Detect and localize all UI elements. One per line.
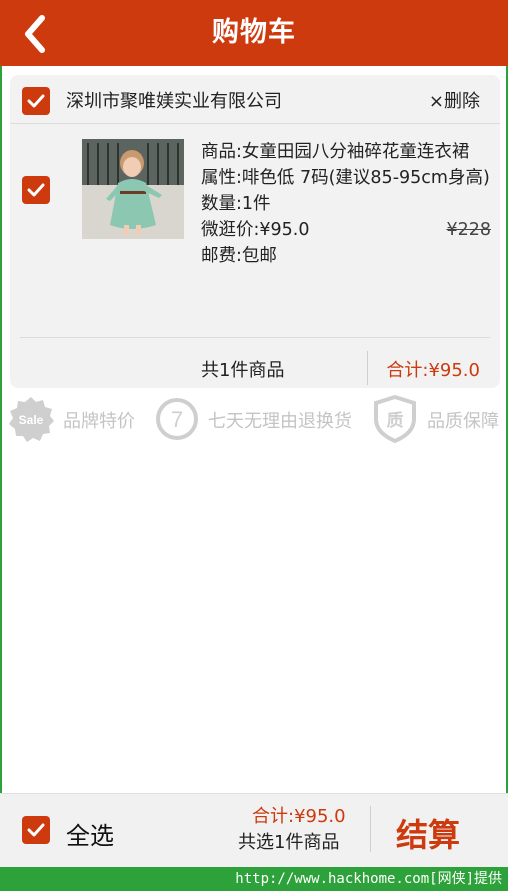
divider xyxy=(20,337,490,338)
sale-badge-icon: Sale xyxy=(9,397,54,442)
guarantee-label: 品牌特价 xyxy=(63,411,135,432)
back-button[interactable] xyxy=(14,12,58,56)
guarantee-label: 品质保障 xyxy=(427,411,499,432)
delete-button[interactable]: ×删除 xyxy=(429,87,480,113)
cart-store-card: 深圳市聚唯媄实业有限公司 ×删除 商品:女童田园八分袖碎花童连衣裙 属性:啡色低… xyxy=(10,75,500,388)
top-bar: 购物车 xyxy=(0,0,508,66)
product-shipping: 邮费:包邮 xyxy=(201,246,277,266)
checkmark-icon xyxy=(27,183,45,197)
store-checkbox[interactable] xyxy=(22,87,50,115)
page-title: 购物车 xyxy=(212,17,296,48)
chevron-left-icon xyxy=(25,15,45,53)
product-price-row: 微逛价:¥95.0 ¥228 xyxy=(201,219,491,242)
guarantee-seven-day-return: 7 七天无理由退换货 xyxy=(154,394,364,446)
guarantee-row: Sale 品牌特价 7 七天无理由退换货 质 品质保障 xyxy=(0,394,508,446)
svg-text:7: 7 xyxy=(171,407,183,432)
divider xyxy=(370,806,371,852)
quality-shield-icon: 质 xyxy=(374,395,416,443)
guarantee-quality: 质 品质保障 xyxy=(372,394,504,446)
svg-text:质: 质 xyxy=(387,411,404,431)
original-price: ¥228 xyxy=(446,220,491,240)
item-checkbox[interactable] xyxy=(22,176,50,204)
checkmark-icon xyxy=(27,823,45,837)
product-name[interactable]: 商品:女童田园八分袖碎花童连衣裙 xyxy=(201,141,491,164)
cart-total: 合计:¥95.0 xyxy=(252,806,346,827)
checkmark-icon xyxy=(27,94,45,108)
product-thumbnail[interactable] xyxy=(82,139,184,239)
guarantee-brand-sale: Sale 品牌特价 xyxy=(8,394,148,446)
select-all-label[interactable]: 全选 xyxy=(66,816,114,851)
product-attributes: 属性:啡色低 7码(建议85-95cm身高) xyxy=(201,168,490,188)
watermark-banner: http://www.hackhome.com[网侠]提供 xyxy=(0,867,508,891)
item-count-label: 共1件商品 xyxy=(201,360,285,381)
select-all-checkbox[interactable] xyxy=(22,816,50,844)
product-info: 商品:女童田园八分袖碎花童连衣裙 属性:啡色低 7码(建议85-95cm身高) … xyxy=(201,141,491,271)
guarantee-label: 七天无理由退换货 xyxy=(208,411,352,432)
bottom-checkout-bar: 全选 合计:¥95.0 共选1件商品 结算 xyxy=(0,793,508,867)
product-photo-icon xyxy=(82,139,184,239)
store-name[interactable]: 深圳市聚唯媄实业有限公司 xyxy=(66,87,282,113)
divider xyxy=(10,123,500,124)
selected-count: 共选1件商品 xyxy=(238,832,340,853)
seven-day-return-icon: 7 xyxy=(156,398,198,440)
product-price: 微逛价:¥95.0 xyxy=(201,220,310,240)
svg-text:Sale: Sale xyxy=(19,413,44,427)
store-total: 合计:¥95.0 xyxy=(386,360,480,381)
product-quantity: 数量:1件 xyxy=(201,194,271,214)
divider xyxy=(367,351,368,385)
checkout-button[interactable]: 结算 xyxy=(396,810,460,856)
